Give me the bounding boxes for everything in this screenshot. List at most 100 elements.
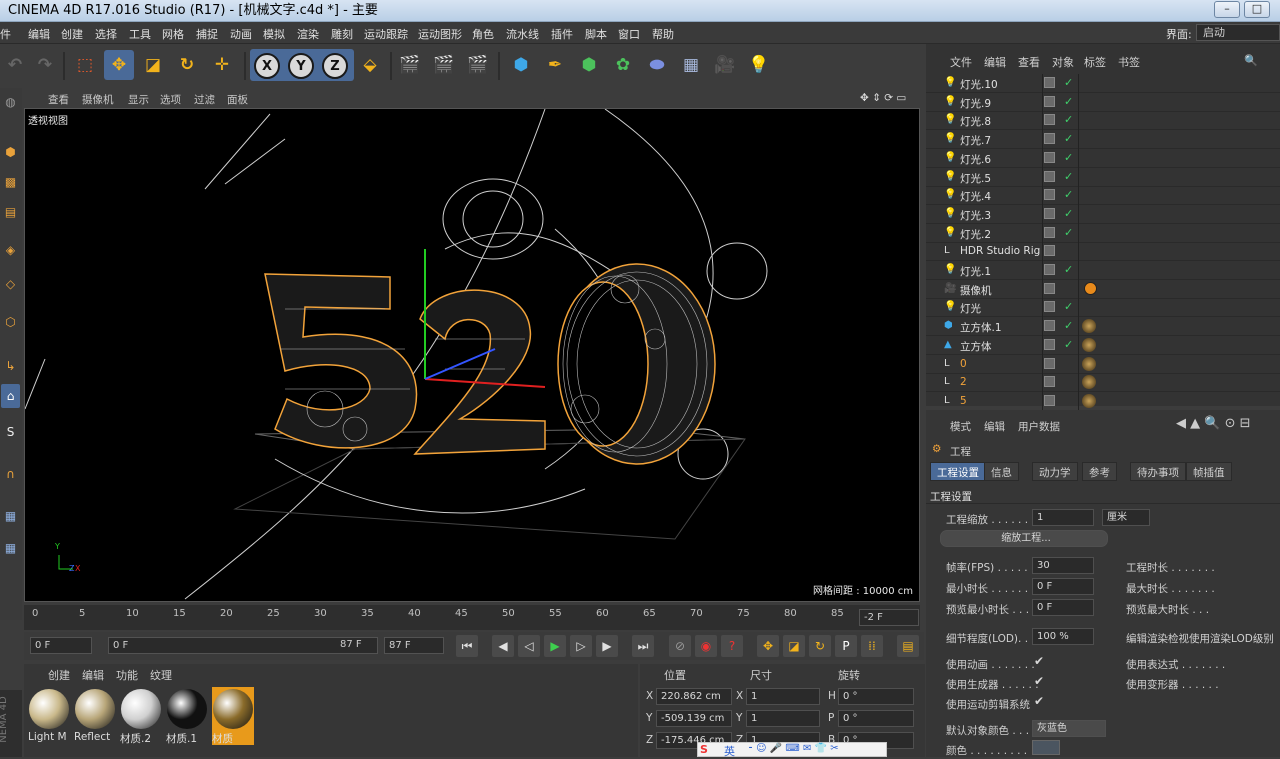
attr-menu-edit[interactable]: 编辑: [984, 419, 1005, 434]
render-view-icon[interactable]: 🎬: [395, 50, 425, 80]
attr-tab[interactable]: 工程设置: [930, 462, 986, 481]
visibility-toggle[interactable]: [1044, 95, 1055, 107]
object-row[interactable]: L HDR Studio Rig: [926, 242, 1280, 262]
protection-tag-icon[interactable]: [1084, 281, 1097, 295]
object-row[interactable]: 💡 灯光.4 ✓: [926, 186, 1280, 206]
object-row[interactable]: 🎥 摄像机: [926, 279, 1280, 299]
perspective-viewport[interactable]: 透视视图 Y Z X 网格间距: 10000 cm: [24, 108, 920, 602]
points-mode-icon[interactable]: ◈: [1, 238, 20, 262]
menu-tools[interactable]: 工具: [129, 26, 151, 42]
camera-icon[interactable]: 🎥: [710, 50, 740, 80]
mat-menu-function[interactable]: 功能: [116, 667, 138, 683]
viewport-menu-camera[interactable]: 摄像机: [82, 92, 114, 107]
obj-menu-file[interactable]: 文件: [950, 54, 972, 70]
obj-menu-view[interactable]: 查看: [1018, 54, 1040, 70]
move-tool-icon[interactable]: ✥: [104, 50, 134, 80]
object-name[interactable]: 灯光.6: [960, 152, 991, 167]
visibility-toggle[interactable]: [1044, 282, 1055, 294]
obj-menu-bookmark[interactable]: 书签: [1118, 54, 1140, 70]
visibility-toggle[interactable]: [1044, 245, 1055, 257]
object-name[interactable]: 灯光.10: [960, 77, 998, 92]
attr-tab[interactable]: 信息: [984, 462, 1019, 481]
object-name[interactable]: 立方体.1: [960, 320, 1002, 335]
object-name[interactable]: 0: [960, 358, 967, 370]
key-rotation-icon[interactable]: ↻: [809, 635, 831, 657]
menu-create[interactable]: 创建: [61, 26, 83, 42]
coord-size-input[interactable]: 1: [746, 688, 820, 705]
menu-script[interactable]: 脚本: [585, 26, 607, 42]
menu-mograph[interactable]: 运动图形: [418, 26, 462, 42]
coordinate-system-icon[interactable]: ⬙: [355, 50, 385, 80]
object-row[interactable]: 💡 灯光.2 ✓: [926, 223, 1280, 243]
visibility-toggle[interactable]: [1044, 226, 1055, 238]
enabled-check-icon[interactable]: ✓: [1064, 170, 1073, 183]
make-editable-icon[interactable]: ◍: [1, 90, 20, 114]
light-icon[interactable]: 💡: [744, 50, 774, 80]
end-frame-field[interactable]: 87 F: [384, 637, 444, 654]
object-name[interactable]: 灯光.3: [960, 208, 991, 223]
floor-icon[interactable]: ▦: [676, 50, 706, 80]
material-swatch[interactable]: Reflect: [74, 687, 116, 745]
frame-range-slider[interactable]: 0 F: [108, 637, 378, 654]
visibility-toggle[interactable]: [1044, 189, 1055, 201]
layout-select[interactable]: 启动: [1196, 24, 1280, 41]
attr-tab[interactable]: 参考: [1082, 462, 1117, 481]
object-row[interactable]: 💡 灯光.1 ✓: [926, 261, 1280, 280]
visibility-toggle[interactable]: [1044, 338, 1055, 350]
object-row[interactable]: 💡 灯光.3 ✓: [926, 204, 1280, 224]
next-frame-icon[interactable]: ▷: [570, 635, 592, 657]
next-key-icon[interactable]: ▶: [596, 635, 618, 657]
mat-menu-create[interactable]: 创建: [48, 667, 70, 683]
color-swatch[interactable]: [1032, 740, 1060, 755]
menu-help[interactable]: 帮助: [652, 26, 674, 42]
object-row[interactable]: 💡 灯光.7 ✓: [926, 130, 1280, 150]
visibility-toggle[interactable]: [1044, 264, 1055, 275]
object-row[interactable]: L0: [926, 354, 1280, 374]
use-motion-system-checkbox[interactable]: ✔: [1034, 694, 1044, 708]
prev-frame-icon[interactable]: ◁: [518, 635, 540, 657]
workplane-mode-icon[interactable]: ▤: [1, 200, 20, 224]
auto-key-icon[interactable]: ◉: [695, 635, 717, 657]
object-name[interactable]: HDR Studio Rig: [960, 245, 1040, 257]
record-keys-icon[interactable]: ⊘: [669, 635, 691, 657]
render-picture-viewer-icon[interactable]: 🎬: [429, 50, 459, 80]
viewport-menu-view[interactable]: 查看: [48, 92, 69, 107]
project-scale-input[interactable]: 1: [1032, 509, 1094, 526]
texture-mode-icon[interactable]: ▩: [1, 170, 20, 194]
fps-input[interactable]: 30: [1032, 557, 1094, 574]
visibility-toggle[interactable]: [1044, 301, 1055, 313]
timeline-ruler[interactable]: 0 5 10 15 20 25 30 35 40 45 50 55 60 65 70 75 80 85 -2 F: [24, 605, 920, 630]
start-frame-field[interactable]: 0 F: [30, 637, 92, 654]
viewport-menu-display[interactable]: 显示: [128, 92, 149, 107]
axis-mode-icon[interactable]: ↳: [1, 354, 20, 378]
object-name[interactable]: 摄像机: [960, 283, 992, 298]
search-icon[interactable]: 🔍: [1244, 54, 1258, 67]
object-row[interactable]: 💡 灯光.5 ✓: [926, 167, 1280, 187]
visibility-toggle[interactable]: [1044, 320, 1055, 332]
object-name[interactable]: 灯光.7: [960, 133, 991, 148]
enabled-check-icon[interactable]: ✓: [1064, 132, 1073, 145]
object-name[interactable]: 灯光.1: [960, 264, 991, 279]
enabled-check-icon[interactable]: ✓: [1064, 226, 1073, 239]
attr-tab[interactable]: 待办事项: [1130, 462, 1186, 481]
menu-edit[interactable]: 编辑: [28, 26, 50, 42]
menu-pipeline[interactable]: 流水线: [506, 26, 539, 42]
z-axis-lock-button[interactable]: Z: [322, 53, 348, 79]
workplane-lock-icon[interactable]: ▦: [1, 536, 20, 560]
object-name[interactable]: 灯光.2: [960, 227, 991, 242]
grid-lock-icon[interactable]: ▦: [1, 504, 20, 528]
y-axis-lock-button[interactable]: Y: [288, 53, 314, 79]
enabled-check-icon[interactable]: ✓: [1064, 76, 1073, 89]
material-tag-icon[interactable]: [1082, 337, 1096, 352]
minimize-button[interactable]: –: [1214, 1, 1240, 18]
mat-menu-texture[interactable]: 纹理: [150, 667, 172, 683]
object-name[interactable]: 灯光.4: [960, 189, 991, 204]
use-generator-checkbox[interactable]: ✔: [1034, 674, 1044, 688]
object-row[interactable]: L2: [926, 373, 1280, 393]
enabled-check-icon[interactable]: ✓: [1064, 319, 1073, 332]
menu-animate[interactable]: 动画: [230, 26, 252, 42]
edges-mode-icon[interactable]: ◇: [1, 272, 20, 296]
default-color-select[interactable]: 灰蓝色: [1032, 720, 1106, 737]
material-swatch[interactable]: Light M: [28, 687, 70, 745]
object-row[interactable]: L5: [926, 391, 1280, 411]
